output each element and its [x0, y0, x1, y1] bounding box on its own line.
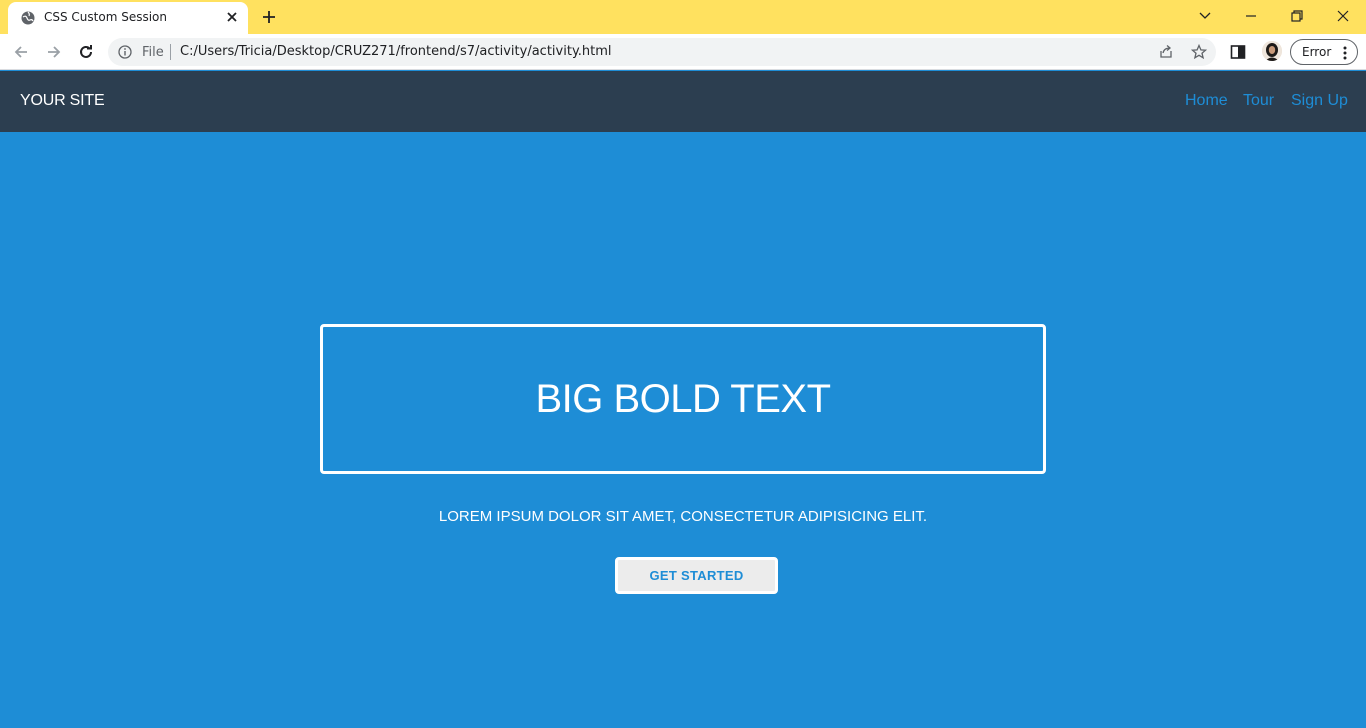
hero-subline: LOREM IPSUM DOLOR SIT AMET, CONSECTETUR …	[438, 508, 928, 525]
hero-section: BIG BOLD TEXT LOREM IPSUM DOLOR SIT AMET…	[0, 132, 1366, 728]
address-bar[interactable]: File C:/Users/Tricia/Desktop/CRUZ271/fro…	[108, 38, 1216, 66]
plus-icon[interactable]	[261, 9, 277, 25]
globe-icon	[21, 11, 35, 25]
nav-link-signup[interactable]: Sign Up	[1291, 92, 1348, 110]
site-brand[interactable]: YOUR SITE	[20, 92, 105, 110]
forward-icon[interactable]	[45, 43, 63, 61]
browser-tab[interactable]: CSS Custom Session	[8, 2, 248, 34]
headline-box: BIG BOLD TEXT	[320, 324, 1046, 474]
minimize-icon[interactable]	[1243, 8, 1259, 24]
profile-error-label: Error	[1302, 45, 1332, 59]
nav-link-tour[interactable]: Tour	[1243, 92, 1274, 110]
nav-link-home[interactable]: Home	[1185, 92, 1228, 110]
get-started-button[interactable]: GET STARTED	[615, 557, 778, 594]
tab-title: CSS Custom Session	[44, 10, 167, 24]
side-panel-icon[interactable]	[1229, 43, 1247, 61]
kebab-menu-icon[interactable]	[1343, 46, 1347, 60]
back-icon[interactable]	[12, 43, 30, 61]
profile-avatar[interactable]	[1262, 41, 1282, 61]
hero-headline: BIG BOLD TEXT	[535, 377, 831, 421]
url-scheme-label: File	[142, 45, 164, 60]
site-navbar: YOUR SITE Home Tour Sign Up	[0, 71, 1366, 132]
chevron-down-icon[interactable]	[1197, 8, 1213, 24]
url-separator	[170, 44, 171, 60]
close-icon[interactable]	[224, 9, 240, 25]
star-icon[interactable]	[1191, 44, 1207, 60]
profile-error-button[interactable]: Error	[1290, 39, 1358, 65]
browser-tabstrip: CSS Custom Session	[0, 0, 1366, 34]
avatar-image	[1262, 41, 1282, 61]
reload-icon[interactable]	[77, 43, 95, 61]
share-icon[interactable]	[1158, 44, 1174, 60]
restore-icon[interactable]	[1289, 8, 1305, 24]
url-text[interactable]: C:/Users/Tricia/Desktop/CRUZ271/frontend…	[180, 44, 612, 59]
browser-toolbar: File C:/Users/Tricia/Desktop/CRUZ271/fro…	[0, 34, 1366, 70]
info-icon[interactable]	[118, 45, 132, 59]
close-window-icon[interactable]	[1335, 8, 1351, 24]
